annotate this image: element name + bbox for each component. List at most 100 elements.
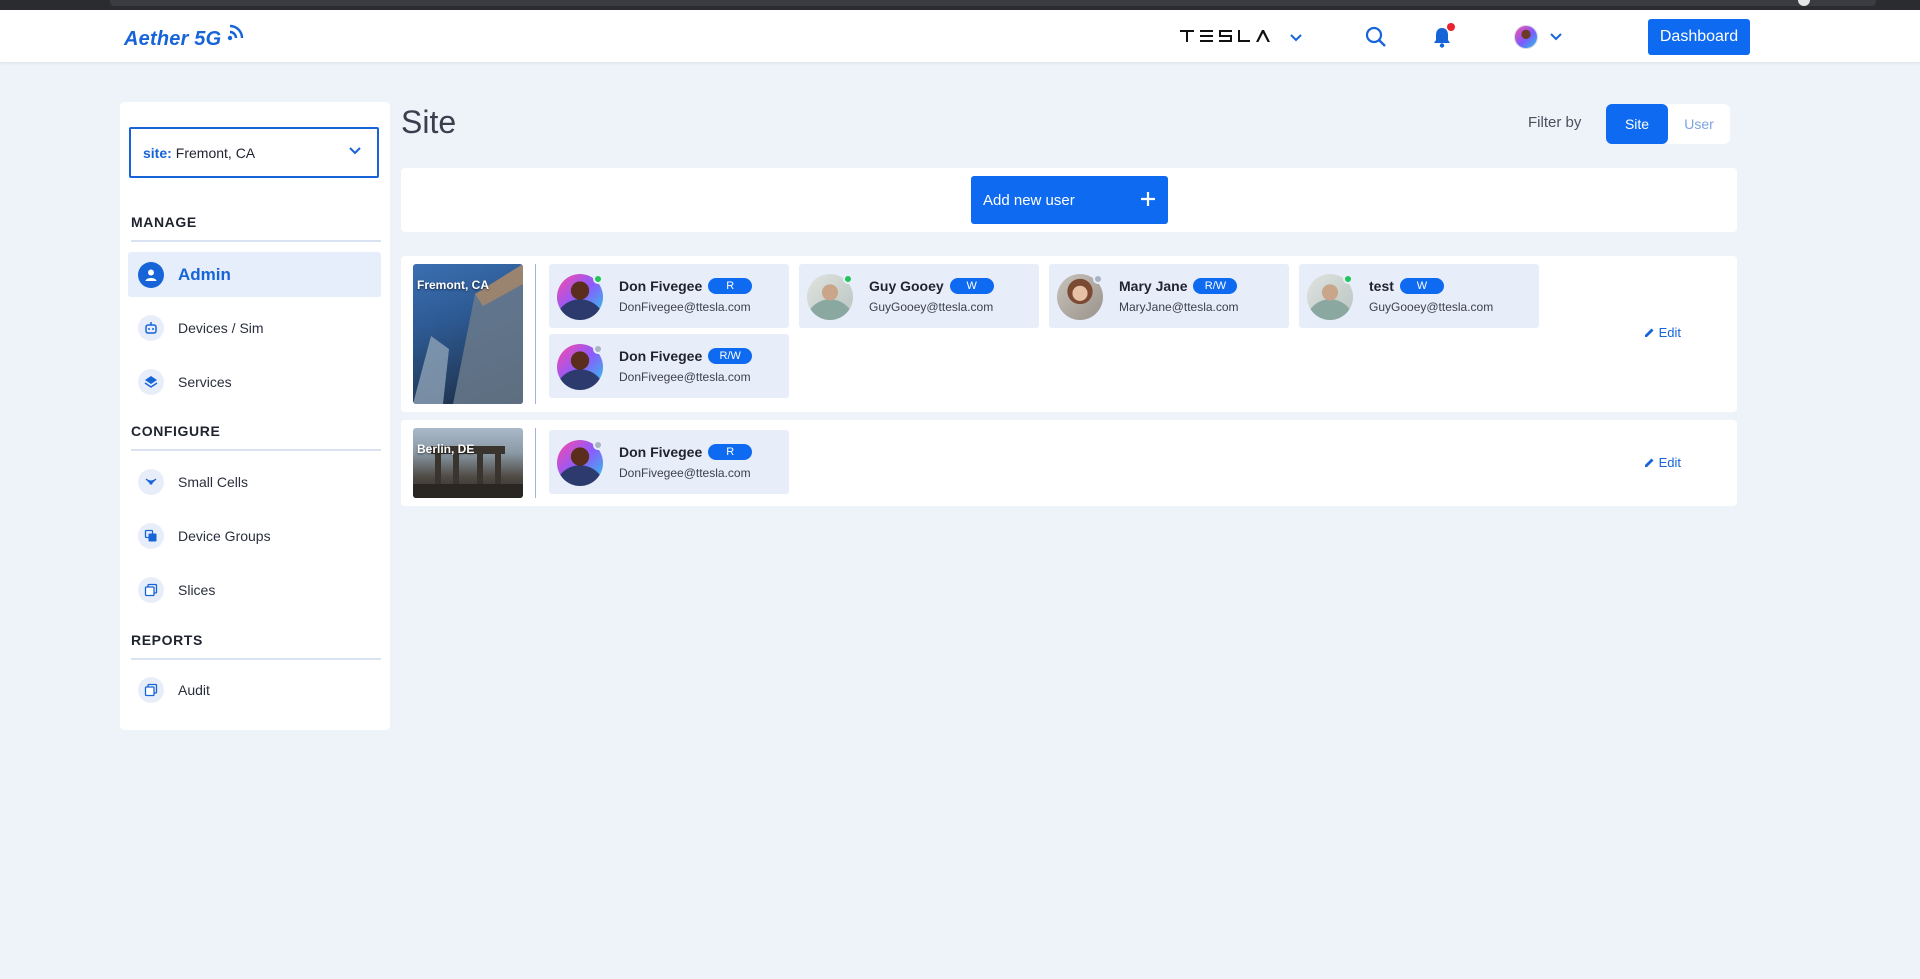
sidebar-item-admin[interactable]: Admin — [128, 252, 381, 297]
site-select-value: Fremont, CA — [175, 144, 256, 161]
user-menu[interactable] — [1514, 25, 1562, 49]
sidebar: site: Fremont, CA MANAGE Admin Devices /… — [120, 102, 390, 730]
user-email: DonFivegee@ttesla.com — [619, 370, 751, 384]
user-name: Guy Gooey — [869, 278, 944, 294]
avatar — [1514, 25, 1538, 49]
divider — [535, 264, 536, 404]
edit-label: Edit — [1658, 325, 1681, 340]
user-name: Mary Jane — [1119, 278, 1188, 294]
browser-tab-strip — [110, 0, 1876, 6]
audit-icon — [138, 676, 164, 703]
chevron-down-icon — [349, 147, 361, 155]
status-online-icon — [1343, 274, 1353, 284]
user-card[interactable]: Don Fivegee R DonFivegee@ttesla.com — [549, 430, 789, 494]
permission-badge: R/W — [708, 348, 753, 364]
sidebar-item-audit[interactable]: Audit — [128, 667, 381, 712]
divider — [131, 449, 381, 451]
plus-icon — [1141, 192, 1155, 206]
chevron-down-icon — [1290, 34, 1302, 42]
user-email: MaryJane@ttesla.com — [1119, 300, 1239, 314]
sidebar-item-services[interactable]: Services — [128, 359, 381, 404]
search-icon — [1365, 26, 1386, 47]
user-card[interactable]: Don Fivegee R DonFivegee@ttesla.com — [549, 264, 789, 328]
user-name: Don Fivegee — [619, 278, 703, 294]
permission-badge: W — [1399, 278, 1444, 294]
status-offline-icon — [593, 440, 603, 450]
site-row-berlin: Berlin, DE Don Fivegee R DonFivegee@ttesl… — [401, 420, 1737, 506]
user-name: Don Fivegee — [619, 444, 703, 460]
page-title: Site — [401, 104, 457, 140]
permission-badge: W — [949, 278, 994, 294]
dashboard-button[interactable]: Dashboard — [1648, 19, 1750, 55]
site-select[interactable]: site: Fremont, CA — [129, 127, 379, 178]
site-image: Fremont, CA — [413, 264, 523, 404]
user-email: DonFivegee@ttesla.com — [619, 300, 751, 314]
user-card[interactable]: Mary Jane R/W MaryJane@ttesla.com — [1049, 264, 1289, 328]
sidebar-item-label: Slices — [178, 581, 216, 598]
pencil-icon — [1644, 458, 1654, 467]
user-icon — [138, 261, 164, 288]
pencil-icon — [1644, 328, 1654, 337]
top-navbar: Aether 5G Dashboard — [0, 10, 1920, 62]
site-name: Berlin, DE — [417, 442, 475, 456]
user-card[interactable]: Don Fivegee R/W DonFivegee@ttesla.com — [549, 334, 789, 398]
avatar — [557, 274, 603, 320]
app-logo[interactable]: Aether 5G — [124, 28, 221, 51]
notifications-button[interactable] — [1432, 23, 1455, 53]
section-title-manage: MANAGE — [131, 214, 197, 230]
status-offline-icon — [1093, 274, 1103, 284]
user-email: GuyGooey@ttesla.com — [1369, 300, 1494, 314]
tenant-switcher[interactable] — [1180, 29, 1302, 47]
user-name: Don Fivegee — [619, 348, 703, 364]
user-card[interactable]: test W GuyGooey@ttesla.com — [1299, 264, 1539, 328]
avatar — [807, 274, 853, 320]
edit-site-button[interactable]: Edit — [1644, 325, 1681, 340]
user-email: DonFivegee@ttesla.com — [619, 466, 751, 480]
gate-image — [413, 446, 523, 498]
add-new-user-label: Add new user — [983, 191, 1075, 209]
sidebar-item-label: Services — [178, 373, 232, 390]
sidebar-item-devices-sim[interactable]: Devices / Sim — [128, 305, 381, 350]
signal-icon — [138, 468, 164, 495]
divider — [535, 428, 536, 498]
sidebar-item-label: Admin — [178, 264, 231, 284]
status-online-icon — [843, 274, 853, 284]
robot-icon — [138, 314, 164, 341]
permission-badge: R — [708, 278, 753, 294]
avatar — [557, 440, 603, 486]
notification-dot — [1447, 23, 1455, 31]
add-user-panel: Add new user — [401, 168, 1737, 232]
chevron-down-icon — [1550, 33, 1562, 41]
sidebar-item-label: Devices / Sim — [178, 319, 264, 336]
filter-site-button[interactable]: Site — [1606, 104, 1668, 144]
sidebar-item-small-cells[interactable]: Small Cells — [128, 459, 381, 504]
user-email: GuyGooey@ttesla.com — [869, 300, 994, 314]
sidebar-item-label: Device Groups — [178, 527, 271, 544]
user-card[interactable]: Guy Gooey W GuyGooey@ttesla.com — [799, 264, 1039, 328]
tesla-logo — [1180, 29, 1282, 47]
section-title-reports: REPORTS — [131, 632, 203, 648]
edit-site-button[interactable]: Edit — [1644, 455, 1681, 470]
permission-badge: R — [708, 444, 753, 460]
divider — [131, 240, 381, 242]
browser-chrome-strip — [0, 0, 1920, 10]
avatar — [557, 344, 603, 390]
filter-user-button[interactable]: User — [1668, 104, 1730, 144]
slices-icon — [138, 576, 164, 603]
permission-badge: R/W — [1193, 278, 1238, 294]
edit-label: Edit — [1658, 455, 1681, 470]
device-groups-icon — [138, 522, 164, 549]
layers-icon — [138, 368, 164, 395]
section-title-configure: CONFIGURE — [131, 423, 221, 439]
avatar — [1307, 274, 1353, 320]
sidebar-item-device-groups[interactable]: Device Groups — [128, 513, 381, 558]
add-new-user-button[interactable]: Add new user — [971, 176, 1168, 224]
wifi-wave-icon — [227, 24, 244, 41]
status-offline-icon — [593, 344, 603, 354]
sidebar-item-slices[interactable]: Slices — [128, 567, 381, 612]
site-select-label: site: — [143, 144, 172, 161]
search-button[interactable] — [1365, 26, 1387, 53]
site-image: Berlin, DE — [413, 428, 523, 498]
sidebar-item-label: Audit — [178, 681, 210, 698]
filter-toggle: Site User — [1606, 104, 1730, 144]
